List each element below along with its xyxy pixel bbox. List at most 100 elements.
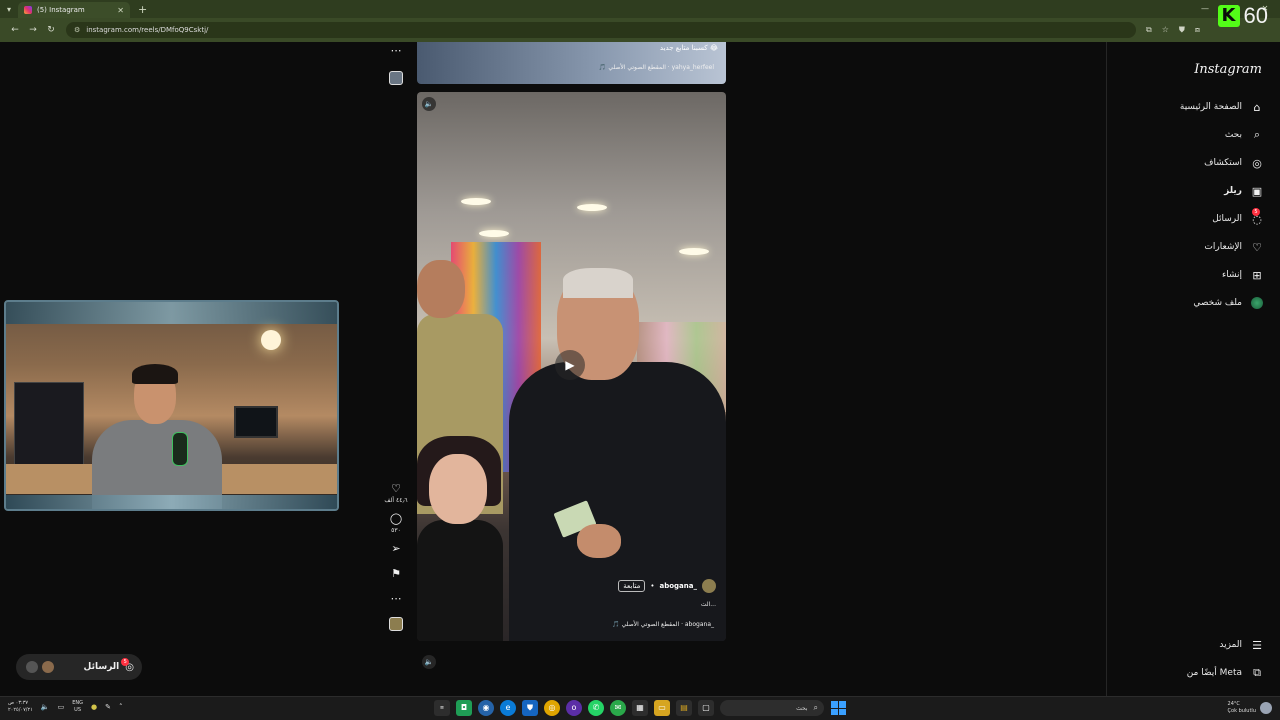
start-button[interactable] — [830, 700, 846, 716]
windows-logo-tile — [839, 701, 846, 708]
forward-icon[interactable]: → — [24, 25, 42, 35]
back-icon[interactable]: ← — [6, 25, 24, 35]
taskbar-app-icon[interactable]: ◉ — [478, 700, 494, 716]
extensions-puzzle-icon[interactable]: ⧈ — [1195, 25, 1200, 35]
reload-icon[interactable]: ↻ — [42, 25, 60, 35]
lamp — [261, 330, 281, 350]
taskbar-app-icon[interactable]: ≡ — [434, 700, 450, 716]
messaging-icon[interactable]: ✉ — [610, 700, 626, 716]
whatsapp-icon[interactable]: ✆ — [588, 700, 604, 716]
play-icon[interactable]: ▶ — [555, 350, 585, 380]
girl — [417, 520, 503, 641]
nav-messages[interactable]: الرسائل ◌ 5 — [1212, 208, 1264, 226]
network-icon[interactable]: ▭ — [58, 703, 65, 711]
extension-shield-icon[interactable]: ⛊ — [1179, 25, 1185, 35]
streamer-hair — [132, 364, 178, 384]
audio-thumbnail[interactable] — [389, 617, 403, 631]
messenger-icon: ◌ 5 — [1252, 208, 1262, 226]
reel-audio-link[interactable]: 🎵 المقطع الصوتي الأصلي · abogana_ — [612, 621, 714, 628]
install-app-icon[interactable]: ⧉ — [1146, 25, 1152, 35]
nav-create-label: إنشاء — [1221, 270, 1242, 280]
kick-viewer-overlay: K 60 — [1217, 3, 1268, 29]
follow-button[interactable]: متابعة — [618, 580, 646, 592]
url-text: instagram.com/reels/DMfoQ9Csktj/ — [86, 26, 209, 34]
edge-icon[interactable]: e — [500, 700, 516, 716]
taskbar-app-icon[interactable]: ▤ — [676, 700, 692, 716]
instagram-sidebar: Instagram الصفحة الرئيسية ⌂ بحث ⌕ استكشا… — [1106, 42, 1280, 696]
author-username[interactable]: _abogana — [660, 582, 698, 590]
volume-icon[interactable]: 🔈 — [422, 97, 436, 111]
nav-notifications[interactable]: الإشعارات ♡ — [1204, 240, 1264, 254]
windows-taskbar: ٠٣:٣٧ ص ٢٠٢٥/٠٧/٢١ 🔈 ▭ ENG US ● ✎ ˄ ≡ ◘ … — [0, 696, 1280, 720]
reels-icon: ▣ — [1251, 184, 1263, 198]
site-info-icon[interactable]: ⚙ — [74, 26, 80, 34]
previous-reel[interactable]: كسبنا متابع جديد 😂 🎵 المقطع الصوتي الأصل… — [417, 42, 726, 84]
defender-icon[interactable]: ⛊ — [522, 700, 538, 716]
task-view-icon[interactable]: ▢ — [698, 700, 714, 716]
author-avatar[interactable] — [702, 579, 716, 593]
nav-create[interactable]: إنشاء ⊞ — [1222, 268, 1264, 282]
new-tab-button[interactable]: + — [138, 3, 147, 16]
previous-reel-audio[interactable]: 🎵 المقطع الصوتي الأصلي · yahya_herfeel — [599, 64, 714, 71]
avatar — [1251, 297, 1263, 309]
share-icon[interactable]: ➢ — [391, 542, 400, 555]
address-bar[interactable]: ⚙ instagram.com/reels/DMfoQ9Csktj/ — [66, 22, 1136, 38]
search-icon: ⌕ — [813, 703, 818, 712]
windows-logo-tile — [839, 708, 846, 715]
create-icon: ⊞ — [1252, 268, 1262, 282]
audio-thumbnail[interactable] — [389, 71, 403, 85]
tab-instagram[interactable]: (5) Instagram ✕ — [18, 2, 130, 18]
instagram-logo[interactable]: Instagram — [1194, 62, 1262, 77]
tab-search-icon[interactable]: ▾ — [0, 0, 18, 18]
reel-caption-more[interactable]: الت... — [701, 601, 716, 608]
cloud-icon — [1260, 702, 1272, 714]
clock-date: ٢٠٢٥/٠٧/٢١ — [8, 707, 33, 713]
like-icon[interactable]: ♡ — [391, 482, 401, 495]
browser-toolbar: ← → ↻ ⚙ instagram.com/reels/DMfoQ9Csktj/… — [0, 18, 1280, 42]
more-options-icon[interactable]: ⋯ — [391, 44, 402, 57]
taskbar-search[interactable]: بحث ⌕ — [720, 700, 824, 716]
comment-icon[interactable]: ◯ — [390, 512, 402, 525]
save-icon[interactable]: ⚑ — [391, 567, 401, 580]
taskbar-app-icon[interactable]: o — [566, 700, 582, 716]
search-icon: ⌕ — [1253, 128, 1261, 141]
nav-also-from-meta[interactable]: أيضًا من Meta ⧉ — [1187, 666, 1264, 680]
nav-home[interactable]: الصفحة الرئيسية ⌂ — [1180, 100, 1264, 114]
next-reel-volume-icon[interactable]: 🔈 — [422, 655, 436, 669]
minimize-icon[interactable]: — — [1190, 0, 1220, 18]
older-man — [509, 362, 726, 641]
taskbar-app-icon[interactable]: ◘ — [456, 700, 472, 716]
more-options-icon[interactable]: ⋯ — [391, 592, 402, 605]
chrome-icon[interactable]: ◎ — [544, 700, 560, 716]
extension-icons: ⧉ ☆ ⛊ ⧈ — [1146, 25, 1200, 35]
volume-tray-icon[interactable]: 🔈 — [41, 703, 50, 711]
menu-icon: ☰ — [1252, 638, 1262, 652]
messages-pill[interactable]: الرسائل ◎ 5 — [16, 654, 142, 680]
mic-icon[interactable]: ● — [91, 703, 97, 711]
nav-explore-label: استكشاف — [1204, 158, 1242, 168]
bookmark-star-icon[interactable]: ☆ — [1162, 25, 1169, 35]
lang-bottom: US — [74, 707, 82, 713]
tray-app-icon[interactable]: ✎ — [105, 703, 111, 711]
previous-reel-caption: كسبنا متابع جديد 😂 — [659, 44, 718, 52]
clock[interactable]: ٠٣:٣٧ ص ٢٠٢٥/٠٧/٢١ — [8, 700, 33, 714]
profile-avatar-icon — [1250, 296, 1264, 310]
browser-tab-bar: ▾ (5) Instagram ✕ + — ☐ ✕ — [0, 0, 1280, 18]
kick-logo: K — [1217, 5, 1240, 27]
language-indicator[interactable]: ENG US — [72, 700, 83, 714]
like-count: ٤٤٫٦ ألف — [384, 497, 408, 504]
reel-video[interactable]: 🔈 ▶ _abogana • متابعة الت... 🎵 المقطع ال… — [417, 92, 726, 641]
reel-actions: ♡ ٤٤٫٦ ألف ◯ ٥٣٠ ➢ ⚑ ⋯ — [380, 482, 412, 631]
tab-close-icon[interactable]: ✕ — [117, 6, 124, 15]
nav-search[interactable]: بحث ⌕ — [1225, 128, 1264, 142]
file-explorer-icon[interactable]: ▭ — [654, 700, 670, 716]
nav-reels[interactable]: ريلز ▣ — [1224, 184, 1264, 198]
nav-explore[interactable]: استكشاف ◎ — [1204, 156, 1264, 170]
nav-profile[interactable]: ملف شخصي — [1193, 296, 1264, 310]
older-man-hair — [563, 268, 633, 298]
ceiling-light — [577, 204, 607, 211]
chevron-up-icon[interactable]: ˄ — [119, 703, 123, 711]
nav-more[interactable]: المزيد ☰ — [1219, 638, 1264, 652]
calendar-icon[interactable]: ▦ — [632, 700, 648, 716]
weather-widget[interactable]: 24°C Çok bulutlu — [1228, 701, 1272, 715]
